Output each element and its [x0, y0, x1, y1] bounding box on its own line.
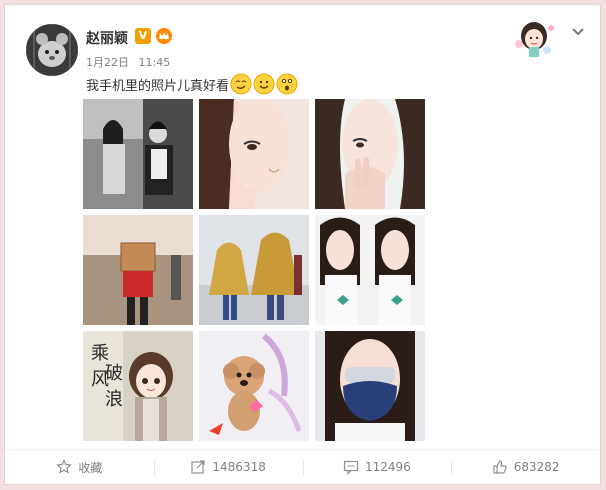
- photo-3[interactable]: [315, 99, 425, 209]
- comment-icon: [343, 460, 359, 475]
- post-meta: 1月22日 11:45: [86, 54, 170, 70]
- photo-grid: 乘风破浪: [83, 99, 425, 441]
- chevron-down-icon[interactable]: [570, 23, 586, 39]
- post-text-row: 我手机里的照片儿真好看: [86, 73, 298, 95]
- photo-4[interactable]: [83, 215, 193, 325]
- like-button[interactable]: 683282: [451, 450, 600, 484]
- photo-5[interactable]: [199, 215, 309, 325]
- post-action-bar: 收藏 1486318 112496 683282: [5, 449, 600, 484]
- repost-count: 1486318: [212, 460, 266, 474]
- author-avatar[interactable]: [26, 24, 78, 76]
- decorative-card-sticker-icon: [507, 14, 559, 60]
- smirk-emoji-icon: [230, 73, 252, 95]
- star-icon: [56, 459, 73, 474]
- thinking-emoji-icon: [276, 73, 298, 95]
- photo-7[interactable]: 乘风破浪: [83, 331, 193, 441]
- comment-button[interactable]: 112496: [302, 450, 452, 484]
- comment-count: 112496: [364, 460, 411, 474]
- repost-button[interactable]: 1486318: [153, 450, 303, 484]
- post-date[interactable]: 1月22日: [86, 56, 129, 69]
- like-count: 683282: [513, 460, 560, 474]
- photo-1[interactable]: [83, 99, 193, 209]
- favorite-label: 收藏: [78, 460, 103, 475]
- post-time[interactable]: 11:45: [139, 56, 171, 69]
- verified-badge-icon: V: [135, 28, 151, 44]
- thumbs-up-icon: [493, 460, 507, 474]
- weibo-post-card: 赵丽颖 V 1月22日 11:45 我手机里的照片儿真好看 乘风破浪 收藏 14…: [4, 4, 601, 485]
- member-crown-icon[interactable]: [155, 27, 173, 45]
- favorite-button[interactable]: 收藏: [5, 450, 154, 484]
- photo-8[interactable]: [199, 331, 309, 441]
- author-name[interactable]: 赵丽颖: [86, 28, 128, 48]
- photo-9[interactable]: [315, 331, 425, 441]
- smile-emoji-icon: [253, 73, 275, 95]
- photo-6[interactable]: [315, 215, 425, 325]
- post-text: 我手机里的照片儿真好看: [86, 78, 230, 94]
- repost-icon: [191, 460, 205, 474]
- photo-2[interactable]: [199, 99, 309, 209]
